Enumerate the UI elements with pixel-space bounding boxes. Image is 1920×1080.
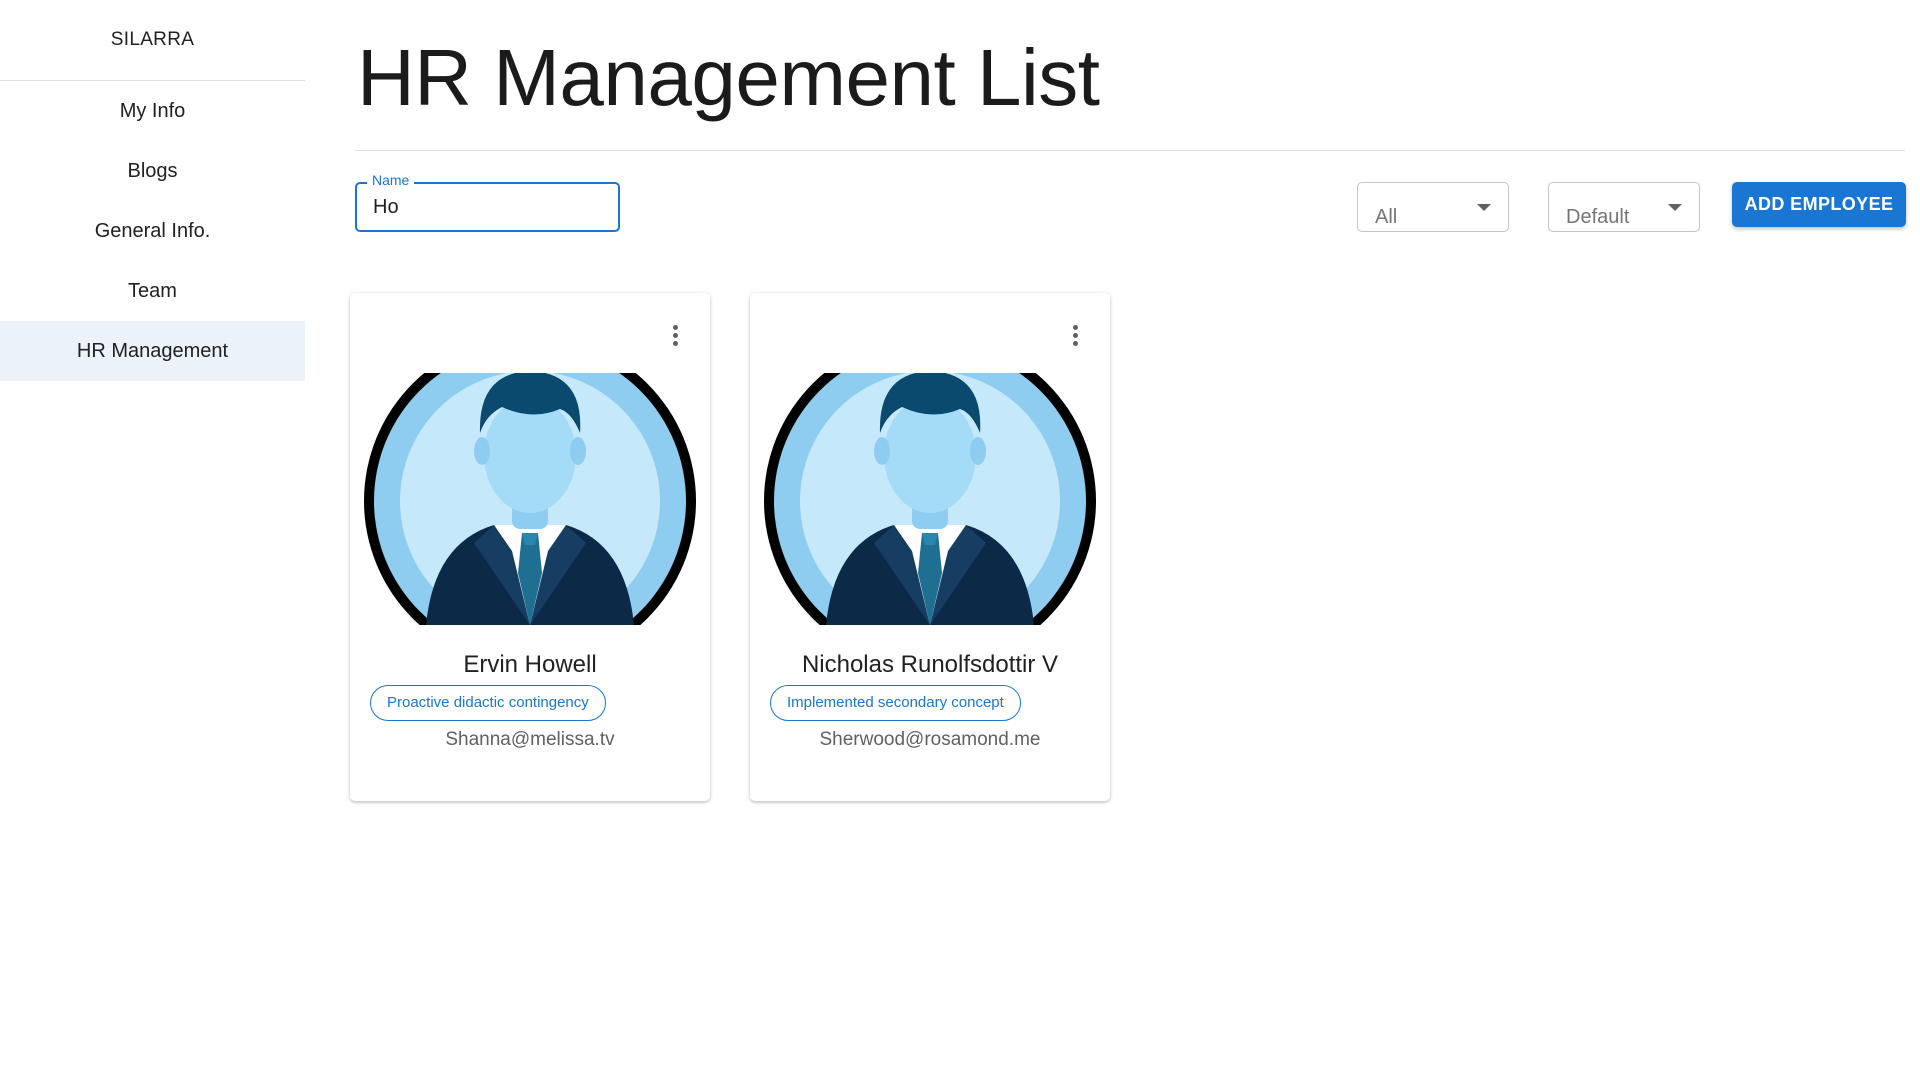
status-filter-value: All [1375,206,1398,228]
sidebar-nav: My Info Blogs General Info. Team HR Mana… [0,81,305,381]
sort-value: Default [1566,206,1630,228]
arrow-drop-down-icon [1668,204,1682,211]
sidebar-item-general-info[interactable]: General Info. [0,201,305,261]
more-vert-icon[interactable] [666,321,686,351]
sidebar-item-blogs[interactable]: Blogs [0,141,305,201]
arrow-drop-down-icon [1477,204,1491,211]
employee-email: Sherwood@rosamond.me [819,729,1041,750]
sidebar-item-hr-management[interactable]: HR Management [0,321,305,381]
employee-tag-chip: Proactive didactic contingency [370,685,606,721]
status-filter-select[interactable]: All [1357,182,1509,232]
brand-name: SILARRA [110,29,195,50]
add-employee-button[interactable]: ADD EMPLOYEE [1732,182,1906,227]
businessman-avatar-icon [362,373,698,625]
employee-name: Nicholas Runolfsdottir V [801,651,1059,678]
name-search-field: Name [355,172,620,232]
employee-card: Ervin Howell Proactive didactic continge… [350,293,710,801]
sort-select[interactable]: Default [1548,182,1700,232]
more-vert-icon[interactable] [1066,321,1086,351]
sidebar-item-my-info[interactable]: My Info [0,81,305,141]
employee-email: Shanna@melissa.tv [445,729,615,750]
employee-tag-chip: Implemented secondary concept [770,685,1021,721]
title-divider [355,150,1905,151]
sidebar: SILARRA My Info Blogs General Info. Team… [0,0,305,1080]
page-title: HR Management List [357,33,1100,122]
sidebar-item-team[interactable]: Team [0,261,305,321]
name-search-input[interactable] [373,182,603,232]
businessman-avatar-icon [762,373,1098,625]
employee-name: Ervin Howell [463,651,597,678]
employee-card: Nicholas Runolfsdottir V Implemented sec… [750,293,1110,801]
